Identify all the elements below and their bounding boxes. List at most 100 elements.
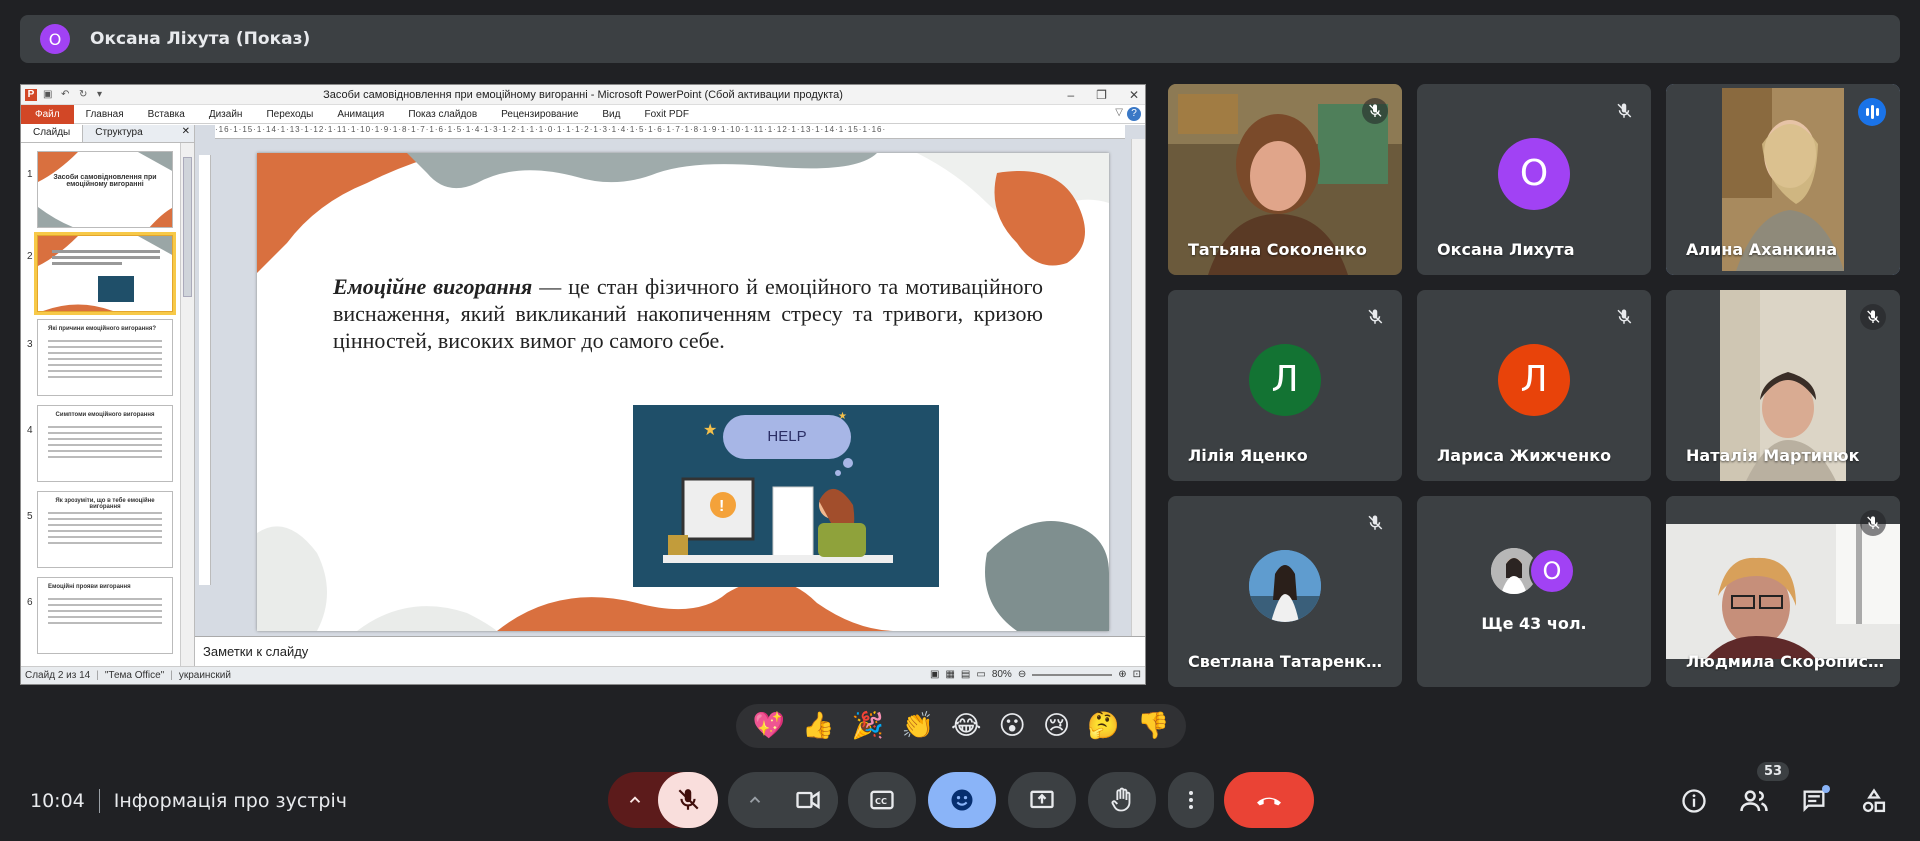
- ribbon-tab: Переходы: [266, 108, 314, 120]
- meeting-details-link[interactable]: Інформація про зустріч: [114, 790, 347, 812]
- meeting-details-button[interactable]: [1674, 781, 1714, 821]
- speaking-indicator-icon: [1858, 98, 1886, 126]
- participant-avatar-photo: [1249, 549, 1321, 622]
- ppt-status-bar: Слайд 2 из 14 | "Тема Office" | украинск…: [21, 666, 1145, 684]
- reaction-thumbs-down[interactable]: 👎: [1137, 711, 1169, 741]
- participant-tile[interactable]: Л Лілія Яценко: [1168, 290, 1402, 481]
- thumb-title: Як зрозуміти, що в тебе емоційне вигоран…: [55, 498, 155, 510]
- participant-avatar: Л: [1249, 343, 1321, 416]
- present-screen-icon: [1030, 790, 1054, 809]
- thumbnail-scrollbar: [180, 143, 194, 666]
- more-participants-tile[interactable]: О Ще 43 чол.: [1417, 496, 1651, 687]
- emoji-reactions-button[interactable]: [928, 772, 996, 828]
- people-button[interactable]: [1734, 781, 1774, 821]
- status-language: украинский: [178, 670, 231, 681]
- presenter-avatar: О: [40, 24, 70, 54]
- slide-thumbnail: Емоційні прояви вигорання: [37, 577, 173, 654]
- slide-thumbnail: Як зрозуміти, що в тебе емоційне вигоран…: [37, 491, 173, 568]
- more-options-button[interactable]: [1168, 772, 1214, 828]
- svg-text:★: ★: [838, 411, 847, 422]
- reaction-party[interactable]: 🎉: [852, 711, 884, 741]
- reaction-thumbs-up[interactable]: 👍: [802, 711, 834, 741]
- quick-access-toolbar: P ▣ ↶ ↻ ▾: [25, 88, 109, 101]
- thumb-title: Які причини емоційного вигорання?: [48, 326, 157, 332]
- mic-off-icon: [1611, 304, 1637, 330]
- reactions-bar: 💖 👍 🎉 👏 😂 😮 😢 🤔 👎: [736, 704, 1186, 748]
- participant-tile-speaking[interactable]: Алина Аханкина: [1666, 84, 1900, 275]
- participant-name: Людмила Скорописцева: [1686, 652, 1886, 671]
- slide-thumbnail: Засоби самовідновлення при емоційному ви…: [37, 151, 173, 228]
- maximize-icon: ❐: [1096, 88, 1107, 102]
- presenter-title: Оксана Ліхута (Показ): [90, 29, 311, 49]
- leave-call-button[interactable]: [1224, 772, 1314, 828]
- reaction-thinking[interactable]: 🤔: [1087, 711, 1119, 741]
- mic-off-icon: [1611, 98, 1637, 124]
- ribbon-tab: Главная: [85, 108, 124, 120]
- present-screen-button[interactable]: [1008, 772, 1076, 828]
- camera-toggle-button[interactable]: [778, 772, 838, 828]
- ribbon-tab: Анимация: [337, 108, 385, 120]
- mic-off-icon: [1362, 98, 1388, 124]
- captions-button[interactable]: CC: [848, 772, 916, 828]
- thumb-number: 4: [27, 425, 33, 436]
- participant-tile[interactable]: Людмила Скорописцева: [1666, 496, 1900, 687]
- slide-thumbnail-pane: Слайды Структура ✕ 1 Засоби самовідновле…: [21, 125, 195, 666]
- activities-icon: [1862, 788, 1886, 813]
- horizontal-ruler: ·16·1·15·1·14·1·13·1·12·1·11·1·10·1·9·1·…: [215, 125, 1125, 139]
- slide-notes: Заметки к слайду: [195, 636, 1145, 666]
- mic-toggle-button[interactable]: [658, 772, 718, 828]
- participant-tile[interactable]: О Оксана Лихута: [1417, 84, 1651, 275]
- ribbon-tab: Дизайн: [208, 108, 243, 120]
- zoom-level: 80%: [991, 669, 1012, 680]
- participant-tile[interactable]: Наталія Мартинюк: [1666, 290, 1900, 481]
- participant-name: Светлана Татаренкова: [1188, 652, 1388, 671]
- ppt-window-title: Засоби самовідновлення при емоційному ви…: [323, 88, 843, 101]
- slide-thumbnail-selected: [34, 232, 176, 315]
- thumb-title: Засоби самовідновлення при емоційному ви…: [53, 174, 157, 188]
- reaction-laugh[interactable]: 😂: [951, 711, 981, 741]
- emoji-icon: [951, 789, 973, 811]
- svg-text:★: ★: [703, 422, 717, 439]
- thumb-number: 6: [27, 597, 33, 608]
- slide-thumbnail: Симптоми емоційного вигорання: [37, 405, 173, 482]
- participant-tile[interactable]: Светлана Татаренкова: [1168, 496, 1402, 687]
- camera-icon: [796, 790, 820, 810]
- close-pane-icon: ✕: [181, 126, 190, 137]
- slide-thumbnail: Які причини емоційного вигорання?: [37, 319, 173, 396]
- activities-button[interactable]: [1854, 781, 1894, 821]
- view-normal-icon: ▣: [930, 669, 940, 680]
- pane-tab-outline: Структура: [95, 127, 143, 138]
- more-vert-icon: [1189, 791, 1193, 809]
- slide-body-text: Емоційне вигорання — це стан фізичного й…: [333, 273, 1043, 354]
- help-icon: ?: [1127, 107, 1141, 121]
- participant-tile[interactable]: Татьяна Соколенко: [1168, 84, 1402, 275]
- participant-name: Наталія Мартинюк: [1686, 446, 1860, 465]
- participant-name: Алина Аханкина: [1686, 240, 1838, 259]
- pane-tab-slides: Слайды: [21, 125, 84, 142]
- mic-off-icon: [1860, 510, 1886, 536]
- reaction-sad[interactable]: 😢: [1043, 711, 1070, 741]
- info-icon: [1682, 789, 1706, 813]
- chevron-up-icon: [749, 796, 761, 803]
- zoom-slider: [1032, 673, 1113, 676]
- reaction-clap[interactable]: 👏: [901, 711, 933, 741]
- raise-hand-button[interactable]: [1088, 772, 1156, 828]
- participant-name: Лариса Жижченко: [1437, 446, 1612, 465]
- mic-off-icon: [678, 789, 699, 810]
- view-slideshow-icon: ▭: [976, 669, 986, 680]
- presenter-bar: О Оксана Ліхута (Показ): [20, 15, 1900, 63]
- reaction-surprised[interactable]: 😮: [999, 711, 1026, 741]
- reaction-sparkling-heart[interactable]: 💖: [753, 711, 785, 741]
- thumb-number: 2: [27, 251, 33, 262]
- status-theme: "Тема Office": [104, 670, 165, 681]
- thumb-number: 1: [27, 169, 33, 180]
- people-icon: [1740, 790, 1768, 812]
- participant-tile[interactable]: Л Лариса Жижченко: [1417, 290, 1651, 481]
- mic-off-icon: [1860, 304, 1886, 330]
- chat-button[interactable]: [1794, 781, 1834, 821]
- thumb-title: Симптоми емоційного вигорання: [55, 412, 155, 418]
- slide-scrollbar: [1131, 139, 1145, 636]
- zoom-in-icon: ⊕: [1118, 669, 1127, 680]
- participant-name: Оксана Лихута: [1437, 240, 1575, 259]
- svg-text:!: !: [719, 498, 724, 515]
